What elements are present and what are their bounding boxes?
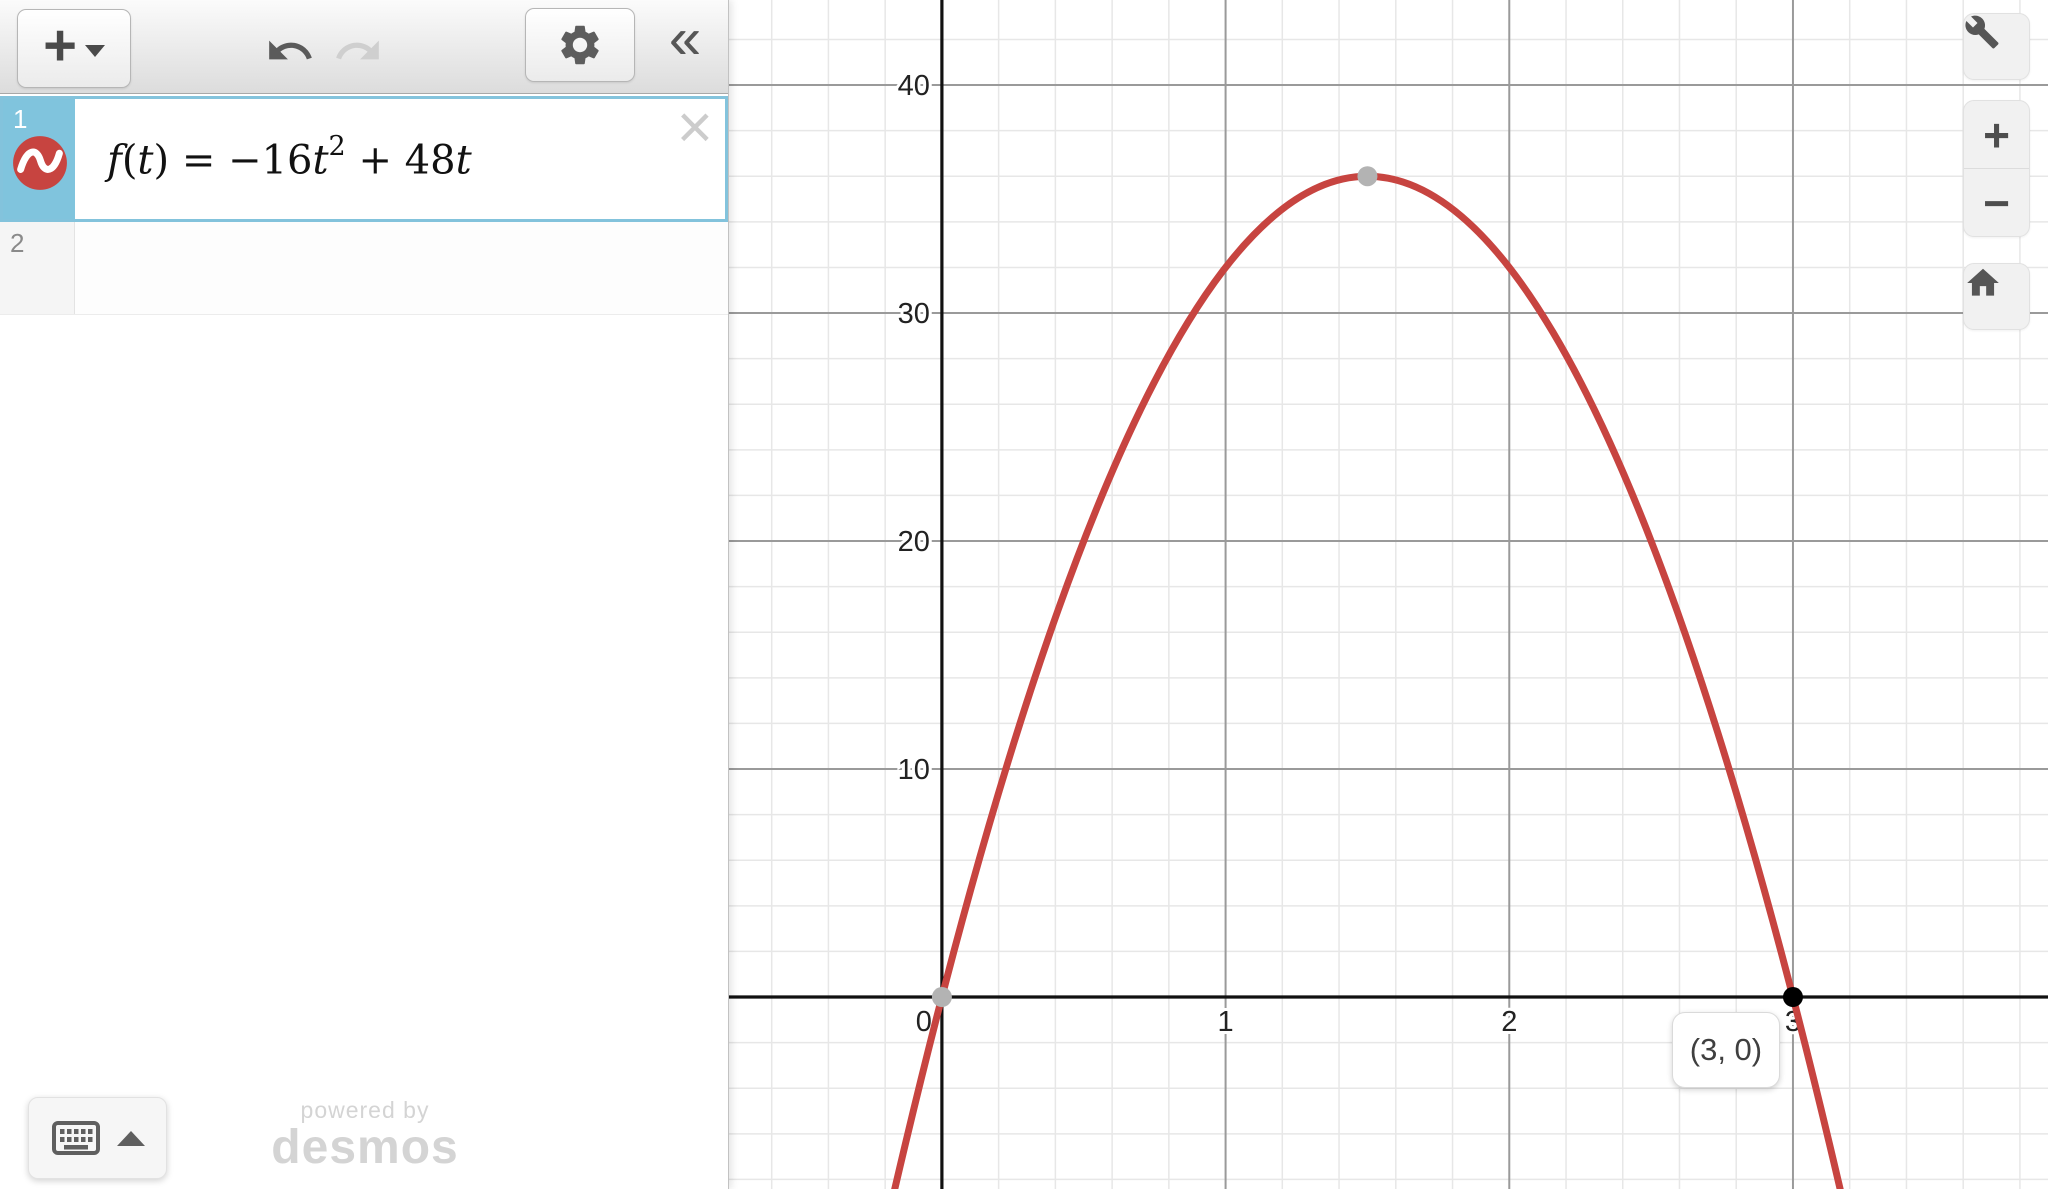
undo-icon[interactable] xyxy=(265,30,315,72)
keyboard-toggle-button[interactable] xyxy=(28,1097,167,1179)
expressions-panel: + « 1 f(t) xyxy=(0,0,729,1189)
y-tick-label: 10 xyxy=(898,754,930,786)
double-chevron-left-icon: « xyxy=(669,10,701,68)
wrench-icon xyxy=(1964,14,2000,50)
expression-number: 1 xyxy=(13,104,27,135)
expression-plot-icon[interactable] xyxy=(12,135,68,191)
default-viewport-button[interactable] xyxy=(1963,263,2030,330)
chevron-down-icon xyxy=(85,45,105,57)
triangle-up-icon xyxy=(117,1131,145,1146)
y-tick-label: 40 xyxy=(898,70,930,102)
x-tick-label: 1 xyxy=(1218,1006,1234,1038)
expression-row-2[interactable]: 2 xyxy=(0,222,728,315)
zoom-button-group: + − xyxy=(1963,100,2030,237)
graph-canvas[interactable]: 012310203040 xyxy=(728,0,2048,1189)
curve-point[interactable] xyxy=(1357,166,1377,186)
zoom-out-button[interactable]: − xyxy=(1964,169,2029,236)
add-expression-button[interactable]: + xyxy=(17,9,131,88)
redo-icon[interactable] xyxy=(333,30,383,72)
delete-expression-icon[interactable]: × xyxy=(677,97,713,159)
x-tick-label: 2 xyxy=(1501,1006,1517,1038)
point-label-text: (3, 0) xyxy=(1690,1032,1762,1068)
graph-paper[interactable]: 012310203040 (3, 0) + − xyxy=(728,0,2048,1189)
expressions-toolbar: + « xyxy=(0,0,728,94)
expression-gutter-1: 1 xyxy=(3,99,75,219)
expression-row-1[interactable]: 1 f(t) = −16t2 + 48t × xyxy=(0,96,728,222)
zoom-in-button[interactable]: + xyxy=(1964,101,2029,168)
curve-point[interactable] xyxy=(932,987,952,1007)
undo-redo-group xyxy=(265,30,383,72)
home-icon xyxy=(1964,264,2002,302)
watermark-powered-by: powered by xyxy=(240,1099,490,1122)
expression-number: 2 xyxy=(10,228,74,259)
desmos-watermark: powered by desmos xyxy=(240,1099,490,1172)
gear-icon xyxy=(556,21,604,69)
expression-latex: f(t) = −16t2 + 48t xyxy=(107,135,472,183)
curve-point[interactable] xyxy=(1783,987,1803,1007)
expression-input[interactable]: f(t) = −16t2 + 48t × xyxy=(75,99,725,219)
hide-expressions-button[interactable]: « xyxy=(655,2,715,84)
point-label-tooltip: (3, 0) xyxy=(1672,1012,1780,1088)
plus-icon: + xyxy=(43,17,77,75)
expression-gutter-2: 2 xyxy=(0,222,75,314)
graph-settings-button[interactable] xyxy=(525,8,635,82)
y-tick-label: 20 xyxy=(898,526,930,558)
graph-tools-button[interactable] xyxy=(1963,13,2030,80)
y-tick-label: 30 xyxy=(898,298,930,330)
keyboard-icon xyxy=(51,1120,101,1156)
desmos-logo-text: desmos xyxy=(240,1124,490,1172)
